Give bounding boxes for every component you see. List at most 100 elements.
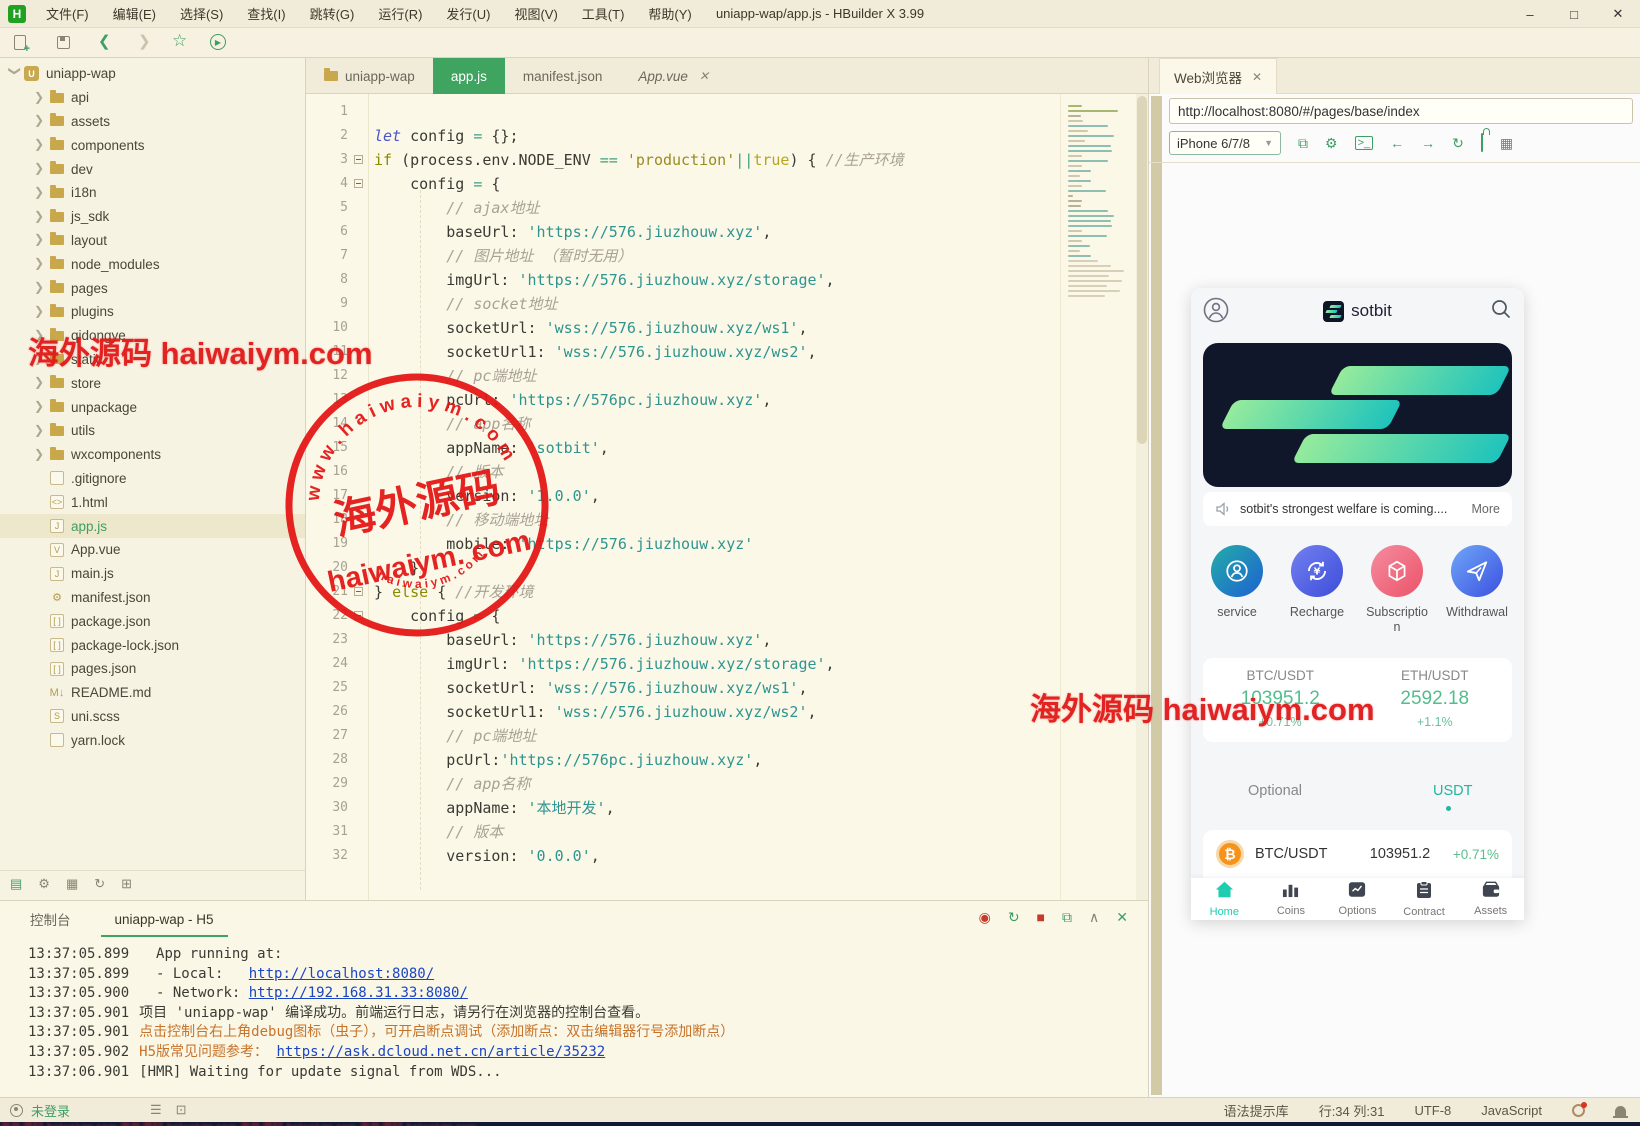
tree-item-app.js[interactable]: Japp.js: [0, 514, 306, 538]
terminal-icon[interactable]: ⊡: [176, 1102, 187, 1118]
code-line[interactable]: 13 pcUrl: 'https://576pc.jiuzhouw.xyz',: [306, 388, 1148, 412]
code-line[interactable]: 21} else { //开发环境: [306, 580, 1148, 604]
bug-view-icon[interactable]: ⚙: [38, 876, 50, 892]
line-number[interactable]: 5: [306, 196, 348, 220]
save-icon[interactable]: [57, 36, 70, 49]
code-line[interactable]: 20 }: [306, 556, 1148, 580]
chevron-collapsed-icon[interactable]: ❯: [34, 161, 48, 175]
devtools-console-icon[interactable]: >_: [1355, 136, 1374, 150]
market-btc[interactable]: BTC/USDT103951.2+0.71%: [1203, 658, 1358, 742]
tree-item-yarn.lock[interactable]: yarn.lock: [0, 728, 306, 752]
tree-item-api[interactable]: ❯api: [0, 86, 306, 110]
editor-tab-manifest.json[interactable]: manifest.json: [505, 58, 621, 94]
line-number[interactable]: 21: [306, 580, 348, 604]
code-line[interactable]: 7 // 图片地址 （暂时无用）: [306, 244, 1148, 268]
editor-tab-app.js[interactable]: app.js: [433, 58, 505, 94]
explorer-view-icon[interactable]: ▤: [10, 876, 22, 892]
star-icon[interactable]: ☆: [172, 31, 187, 51]
tree-item-App.vue[interactable]: VApp.vue: [0, 538, 306, 562]
code-line[interactable]: 28 pcUrl:'https://576pc.jiuzhouw.xyz',: [306, 748, 1148, 772]
code-line[interactable]: 23 baseUrl: 'https://576.jiuzhouw.xyz',: [306, 628, 1148, 652]
fold-marker-icon[interactable]: [354, 587, 363, 596]
line-number[interactable]: 29: [306, 772, 348, 796]
language-label[interactable]: JavaScript: [1481, 1103, 1542, 1118]
tree-item-i18n[interactable]: ❯i18n: [0, 181, 306, 205]
tree-item-static[interactable]: ❯static: [0, 348, 306, 372]
usage-pie-icon[interactable]: [1572, 1104, 1585, 1117]
tree-item-package-lock.json[interactable]: [ ]package-lock.json: [0, 633, 306, 657]
chevron-expanded-icon[interactable]: ❯: [8, 66, 22, 80]
nav-options[interactable]: Options: [1324, 878, 1391, 920]
line-number[interactable]: 15: [306, 436, 348, 460]
screenshot-icon[interactable]: ⧉: [1062, 909, 1072, 926]
service-service[interactable]: service: [1197, 545, 1277, 635]
log-link[interactable]: https://ask.dcloud.net.cn/article/35232: [276, 1044, 605, 1060]
line-number[interactable]: 18: [306, 508, 348, 532]
line-number[interactable]: 1: [306, 100, 348, 124]
line-number[interactable]: 16: [306, 460, 348, 484]
address-bar-input[interactable]: [1169, 98, 1633, 124]
menu-U[interactable]: 发行(U): [436, 1, 500, 26]
code-line[interactable]: 16 // 版本: [306, 460, 1148, 484]
chevron-collapsed-icon[interactable]: ❯: [34, 375, 48, 389]
tab-optional[interactable]: Optional: [1248, 783, 1302, 799]
tree-item-uniapp-wap[interactable]: ❯Uuniapp-wap: [0, 62, 306, 86]
new-file-icon[interactable]: [14, 35, 26, 50]
code-line[interactable]: 19 mobile: 'https://576.jiuzhouw.xyz': [306, 532, 1148, 556]
chevron-collapsed-icon[interactable]: ❯: [34, 423, 48, 437]
code-line[interactable]: 1: [306, 100, 1148, 124]
editor-tab-App.vue[interactable]: App.vue✕: [620, 58, 727, 94]
chevron-collapsed-icon[interactable]: ❯: [34, 113, 48, 127]
tree-item-layout[interactable]: ❯layout: [0, 229, 306, 253]
tree-item-1.html[interactable]: <>1.html: [0, 490, 306, 514]
service-withdrawal[interactable]: Withdrawal: [1437, 545, 1517, 635]
tab-uniapp-wap-h5[interactable]: uniapp-wap - H5: [101, 904, 228, 937]
close-button[interactable]: ✕: [1596, 0, 1640, 28]
line-number[interactable]: 17: [306, 484, 348, 508]
code-line[interactable]: 32 version: '0.0.0',: [306, 844, 1148, 868]
code-line[interactable]: 29 // app名称: [306, 772, 1148, 796]
nav-coins[interactable]: Coins: [1258, 878, 1325, 920]
chevron-collapsed-icon[interactable]: ❯: [34, 209, 48, 223]
tree-item-assets[interactable]: ❯assets: [0, 110, 306, 134]
tree-item-store[interactable]: ❯store: [0, 371, 306, 395]
lock-icon[interactable]: [1481, 134, 1483, 152]
tab-usdt[interactable]: USDT: [1433, 783, 1472, 799]
line-number[interactable]: 8: [306, 268, 348, 292]
code-line[interactable]: 25 socketUrl: 'wss://576.jiuzhouw.xyz/ws…: [306, 676, 1148, 700]
tree-item-dev[interactable]: ❯dev: [0, 157, 306, 181]
promo-banner[interactable]: [1203, 343, 1512, 487]
maximize-button[interactable]: □: [1552, 0, 1596, 28]
line-number[interactable]: 2: [306, 124, 348, 148]
chevron-collapsed-icon[interactable]: ❯: [34, 137, 48, 151]
code-line[interactable]: 12 // pc端地址: [306, 364, 1148, 388]
tree-item-package.json[interactable]: [ ]package.json: [0, 609, 306, 633]
nav-forward-icon[interactable]: →: [1421, 135, 1435, 151]
line-number[interactable]: 3: [306, 148, 348, 172]
notification-bell-icon[interactable]: [1615, 1106, 1626, 1116]
gear-icon[interactable]: ⚙: [1325, 135, 1338, 152]
menu-E[interactable]: 编辑(E): [103, 1, 166, 26]
encoding-label[interactable]: UTF-8: [1414, 1103, 1451, 1118]
service-subscription[interactable]: Subscription: [1357, 545, 1437, 635]
line-number[interactable]: 10: [306, 316, 348, 340]
nav-contract[interactable]: Contract: [1391, 878, 1458, 920]
tree-item-components[interactable]: ❯components: [0, 133, 306, 157]
line-number[interactable]: 20: [306, 556, 348, 580]
clear-console-icon[interactable]: ✕: [1116, 909, 1128, 926]
apps-view-icon[interactable]: ⊞: [121, 876, 132, 892]
code-line[interactable]: 5 // ajax地址: [306, 196, 1148, 220]
code-line[interactable]: 8 imgUrl: 'https://576.jiuzhouw.xyz/stor…: [306, 268, 1148, 292]
chevron-collapsed-icon[interactable]: ❯: [34, 90, 48, 104]
tree-item-manifest.json[interactable]: ⚙manifest.json: [0, 586, 306, 610]
debug-bug-icon[interactable]: ◉: [979, 909, 991, 926]
code-line[interactable]: 22 config = {: [306, 604, 1148, 628]
fold-marker-icon[interactable]: [354, 611, 363, 620]
tree-item-wxcomponents[interactable]: ❯wxcomponents: [0, 443, 306, 467]
line-number[interactable]: 31: [306, 820, 348, 844]
chevron-collapsed-icon[interactable]: ❯: [34, 328, 48, 342]
menu-R[interactable]: 运行(R): [368, 1, 432, 26]
chevron-collapsed-icon[interactable]: ❯: [34, 280, 48, 294]
tree-item-uni.scss[interactable]: Suni.scss: [0, 705, 306, 729]
code-line[interactable]: 10 socketUrl: 'wss://576.jiuzhouw.xyz/ws…: [306, 316, 1148, 340]
